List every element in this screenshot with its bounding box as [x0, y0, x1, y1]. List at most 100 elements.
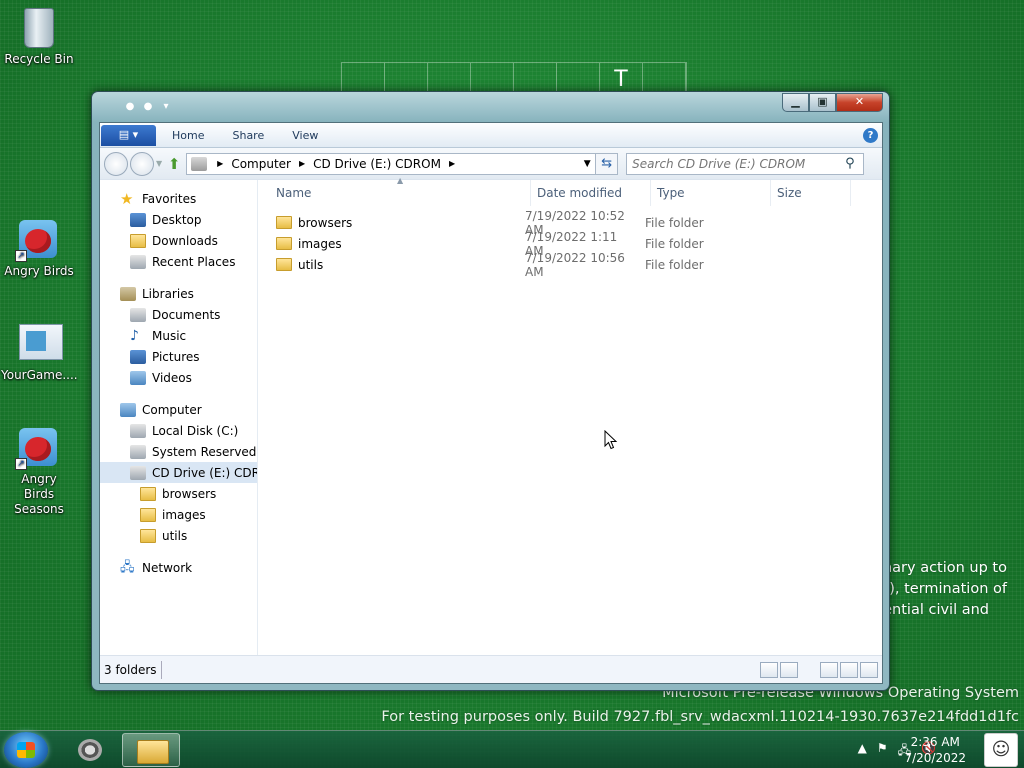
nav-downloads[interactable]: Downloads [100, 230, 257, 251]
large-icons-view-icon[interactable] [780, 661, 798, 678]
nav-computer[interactable]: Computer [100, 399, 257, 420]
desktop-icon-label: Angry Birds [4, 264, 74, 278]
search-icon[interactable]: ⚲ [845, 156, 863, 171]
breadcrumb-separator[interactable]: ▶ [217, 159, 223, 168]
nav-network[interactable]: 🖧 Network [100, 557, 257, 578]
folder-icon [140, 486, 156, 501]
file-menu-button[interactable]: ▤ ▾ [101, 124, 156, 146]
details-view-icon[interactable] [760, 661, 778, 678]
help-icon[interactable]: ? [863, 127, 878, 143]
nav-music[interactable]: ♪ Music [100, 325, 257, 346]
notice-line: es), termination of [872, 581, 1007, 597]
column-date-modified[interactable]: Date modified [531, 180, 651, 206]
navigation-pane-icon[interactable] [860, 661, 878, 678]
details-pane-icon[interactable] [840, 661, 858, 678]
clock[interactable]: 2:36 AM 7/20/2022 [904, 734, 966, 766]
refresh-button[interactable]: ⇆ [596, 152, 619, 175]
desktop-icon-label: Angry Birds Seasons [14, 472, 64, 516]
nav-cd-drive[interactable]: CD Drive (E:) CDROM [100, 462, 257, 483]
forward-button[interactable] [130, 151, 154, 176]
file-row[interactable]: utils 7/19/2022 10:56 AM File folder [258, 251, 882, 279]
taskbar: ▲ ⚑ 🖧 🔇 2:36 AM 7/20/2022 ☺ [0, 730, 1024, 768]
nav-videos[interactable]: Videos [100, 367, 257, 388]
navigation-pane: ★ Favorites Desktop Downloads Recent Plac… [100, 180, 258, 655]
maximize-button[interactable]: ▣ [809, 93, 836, 112]
nav-label: Computer [142, 402, 202, 417]
tab-share[interactable]: Share [218, 123, 278, 148]
item-count: 3 folders [100, 660, 162, 679]
desktop-icon-angry-birds-seasons[interactable]: ↗ Angry Birds Seasons [1, 428, 77, 517]
file-name: images [298, 236, 342, 251]
file-type: File folder [645, 236, 704, 251]
ribbon: ▤ ▾ Home Share View ? [100, 123, 882, 148]
disk-icon [130, 423, 146, 438]
file-name: browsers [298, 215, 353, 230]
address-dropdown[interactable]: ▼ [579, 159, 595, 169]
explorer-body: ★ Favorites Desktop Downloads Recent Plac… [100, 176, 882, 655]
disk-icon [130, 444, 146, 459]
nav-label: Music [152, 328, 187, 343]
desktop-icon-angry-birds[interactable]: ↗ Angry Birds [1, 220, 77, 278]
search-box[interactable]: ⚲ [626, 152, 865, 175]
nav-desktop[interactable]: Desktop [100, 209, 257, 230]
flag-icon[interactable]: ⚑ [877, 741, 888, 762]
nav-recent-places[interactable]: Recent Places [100, 251, 257, 272]
address-bar[interactable]: ▶ Computer ▶ CD Drive (E:) CDROM ▶ ▼ [186, 152, 597, 175]
status-bar: 3 folders [100, 655, 882, 683]
title-bar[interactable]: ● ● ▾ ▁ ▣ ✕ [92, 92, 889, 122]
nav-local-disk[interactable]: Local Disk (C:) [100, 420, 257, 441]
minimize-button[interactable]: ▁ [782, 93, 809, 112]
libraries-icon [120, 286, 136, 301]
qat-properties-icon[interactable]: ● [123, 101, 137, 115]
qat-newfolder-icon[interactable]: ● [141, 101, 155, 115]
up-icon[interactable]: ⬆ [166, 156, 182, 172]
nav-images[interactable]: images [100, 504, 257, 525]
tab-view[interactable]: View [278, 123, 332, 148]
folder-icon [276, 216, 292, 229]
breadcrumb-separator[interactable]: ▶ [299, 159, 305, 168]
nav-pictures[interactable]: Pictures [100, 346, 257, 367]
column-name[interactable]: Name [258, 180, 531, 206]
nav-label: Recent Places [152, 254, 236, 269]
file-list: ▲ Name Date modified Type Size browsers … [258, 176, 882, 655]
file-type: File folder [645, 215, 704, 230]
nav-utils[interactable]: utils [100, 525, 257, 546]
explorer-icon[interactable] [122, 733, 180, 767]
nav-system-reserved[interactable]: System Reserved (D: [100, 441, 257, 462]
recycle-bin-icon [19, 8, 59, 48]
explorer-window: ● ● ▾ ▁ ▣ ✕ ▤ ▾ Home Share View ? ▼ ⬆ ▶ … [91, 91, 890, 691]
sort-arrow-icon: ▲ [397, 176, 404, 185]
nav-libraries[interactable]: Libraries [100, 283, 257, 304]
folder-icon [140, 528, 156, 543]
preview-pane-icon[interactable] [820, 661, 838, 678]
desktop-icon-yourgame[interactable]: YourGame.... [1, 324, 78, 382]
breadcrumb-separator[interactable]: ▶ [449, 159, 455, 168]
qat-dropdown-icon[interactable]: ▾ [159, 101, 173, 115]
file-type: File folder [645, 257, 704, 272]
nav-label: CD Drive (E:) CDROM [152, 465, 257, 480]
start-orb-icon[interactable] [4, 732, 48, 768]
tab-home[interactable]: Home [158, 123, 218, 148]
raccoon-icon[interactable] [70, 733, 110, 767]
breadcrumb-computer[interactable]: Computer [231, 157, 291, 171]
show-hidden-icons-icon[interactable]: ▲ [858, 741, 867, 762]
column-type[interactable]: Type [651, 180, 771, 206]
close-button[interactable]: ✕ [836, 93, 883, 112]
nav-label: Libraries [142, 286, 194, 301]
back-button[interactable] [104, 151, 128, 176]
file-date: 7/19/2022 10:56 AM [525, 250, 625, 279]
breadcrumb-cd-drive[interactable]: CD Drive (E:) CDROM [313, 157, 441, 171]
recent-locations-dropdown[interactable]: ▼ [156, 159, 162, 168]
desktop-icon-recycle-bin[interactable]: Recycle Bin [1, 8, 77, 66]
nav-favorites[interactable]: ★ Favorites [100, 188, 257, 209]
nav-documents[interactable]: Documents [100, 304, 257, 325]
nav-label: utils [162, 528, 188, 543]
desktop-icon-label: Recycle Bin [4, 52, 74, 66]
user-avatar-icon[interactable]: ☺ [984, 733, 1018, 767]
nav-browsers[interactable]: browsers [100, 483, 257, 504]
clock-time: 2:36 AM [910, 735, 960, 749]
search-input[interactable] [627, 156, 846, 171]
network-icon: 🖧 [120, 559, 135, 575]
column-size[interactable]: Size [771, 180, 851, 206]
notice-line: tential civil and [877, 602, 989, 618]
